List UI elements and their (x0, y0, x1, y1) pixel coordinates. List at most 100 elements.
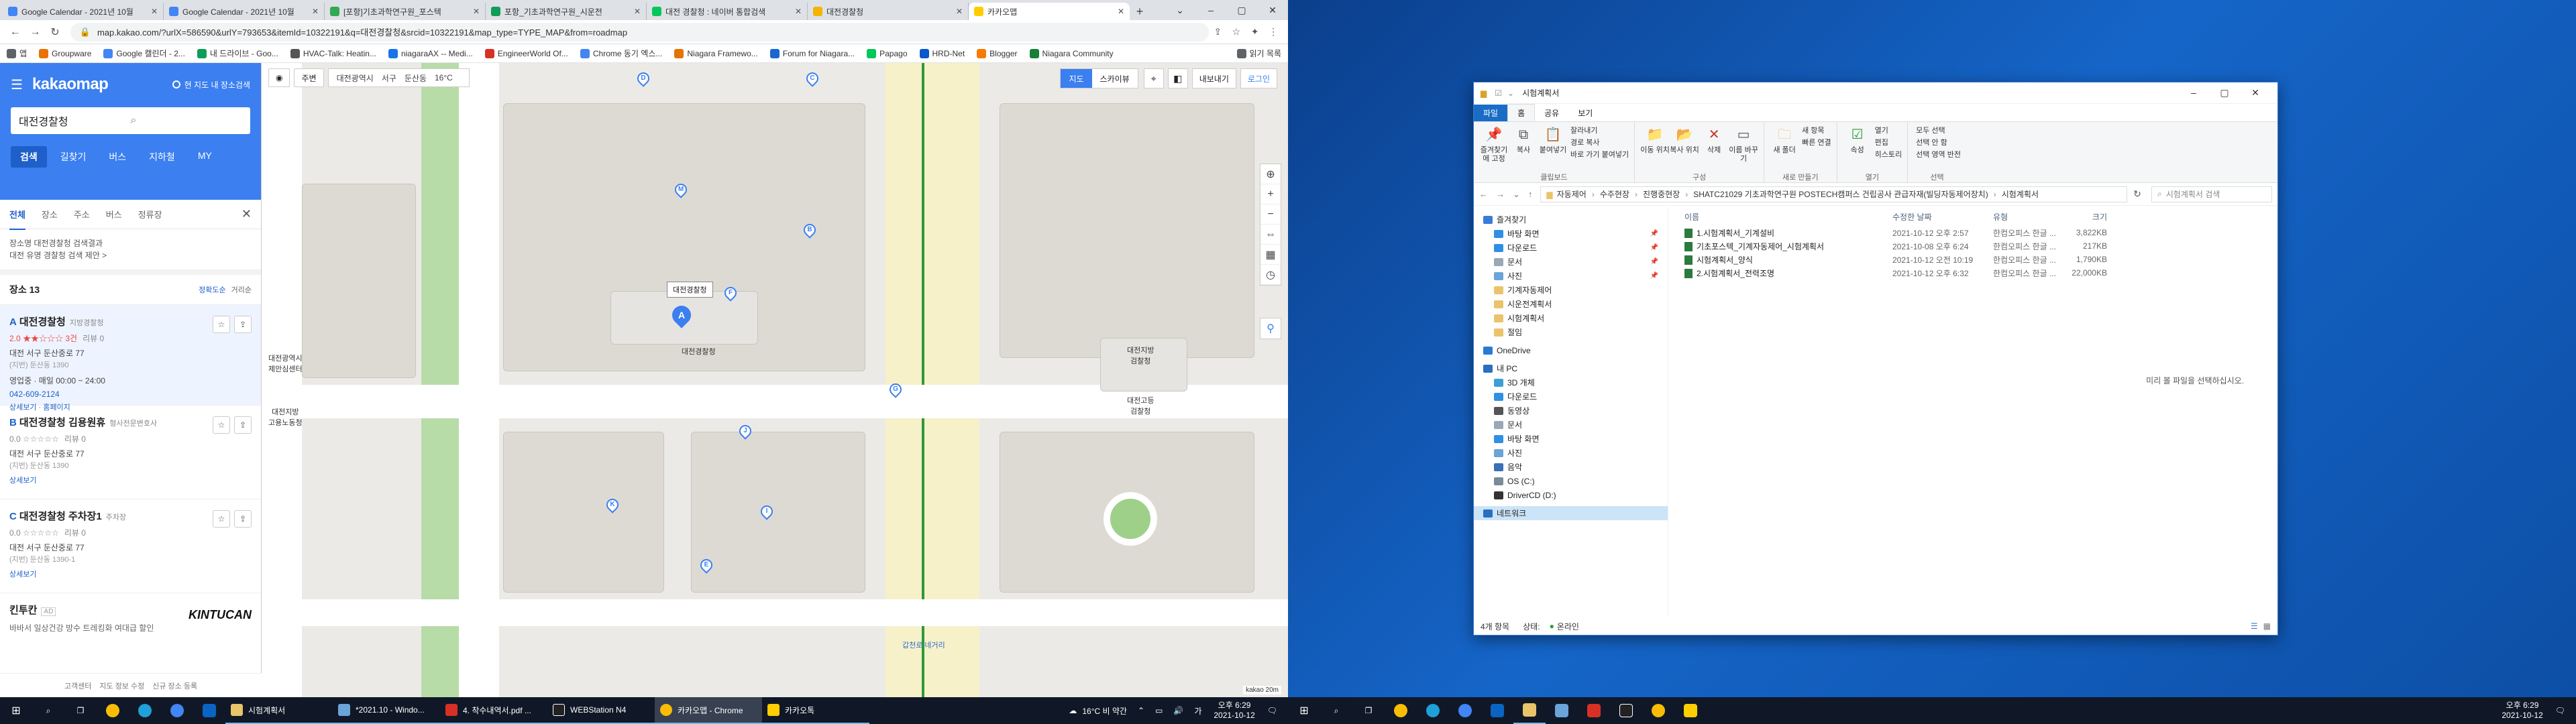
reading-list[interactable]: 읽기 목록 (1236, 48, 1281, 59)
url-input[interactable]: 🔒 map.kakao.com/?urlX=586590&urlY=793653… (70, 22, 1209, 42)
nav-item[interactable]: 음악 (1474, 460, 1668, 474)
nav-item[interactable]: 3D 개체 (1474, 375, 1668, 389)
nav-item[interactable]: 동영상 (1474, 404, 1668, 418)
minimize-button[interactable]: – (2178, 87, 2209, 99)
paste-button[interactable]: 📋 붙여넣기 (1538, 125, 1568, 172)
bookmark[interactable]: Niagara Community (1029, 48, 1114, 58)
tab-subway[interactable]: 지하철 (140, 146, 184, 168)
new-tab-button[interactable]: + (1130, 3, 1150, 20)
map-type-skyview[interactable]: 스카이뷰 (1091, 69, 1138, 88)
new-item-button[interactable]: 새 항목 (1802, 125, 1831, 137)
bookmark[interactable]: Blogger (977, 48, 1018, 58)
roadview-icon[interactable]: ⚲ (1260, 318, 1281, 339)
crumb-dong[interactable]: 둔산동 (405, 72, 427, 84)
tab-close-icon[interactable]: ✕ (795, 7, 802, 16)
copy-path-button[interactable]: 경로 복사 (1570, 137, 1629, 149)
tab-close-icon[interactable]: ✕ (151, 7, 158, 16)
delete-button[interactable]: ✕ 삭제 (1699, 125, 1729, 172)
weather-text[interactable]: 16°C 비 약간 (1082, 705, 1127, 717)
bookmark[interactable]: Chrome 동기 엑스... (580, 48, 662, 59)
extension-icon[interactable]: ✦ (1246, 26, 1265, 38)
subtab-stop[interactable]: 정류장 (138, 208, 162, 221)
footer-link[interactable]: 지도 정보 수정 (99, 680, 144, 691)
outlook-icon[interactable] (193, 697, 225, 724)
properties-button[interactable]: ☑ 속성 (1843, 125, 1872, 172)
subtab-bus[interactable]: 버스 (106, 208, 122, 221)
maximize-button[interactable]: ▢ (1226, 0, 1257, 20)
my-location-icon[interactable]: ⊕ (1260, 164, 1281, 184)
bookmark[interactable]: HVAC-Talk: Heatin... (290, 48, 376, 58)
bookmark[interactable]: HRD-Net (919, 48, 965, 58)
bookmark[interactable]: EngineerWorld Of... (484, 48, 568, 58)
tab-my[interactable]: MY (189, 146, 221, 168)
outlook-icon[interactable] (1481, 697, 1513, 724)
crumb-city[interactable]: 대전광역시 (337, 72, 374, 84)
place-links[interactable]: 상세보기 (9, 475, 252, 485)
back-icon[interactable]: ← (5, 26, 25, 38)
kakao-logo[interactable]: kakaomap (32, 75, 109, 94)
bookmark-icon[interactable]: ☆ (213, 316, 230, 333)
webstation-icon[interactable] (1610, 697, 1642, 724)
share-icon[interactable]: ⇪ (234, 316, 252, 333)
browser-tab[interactable]: 대전 경찰청 : 네이버 통합검색 ✕ (647, 3, 808, 20)
ribbon-tab-home[interactable]: 홈 (1507, 104, 1536, 121)
paste-shortcut-button[interactable]: 바로 가기 붙여넣기 (1570, 149, 1629, 161)
quick-access-icon[interactable]: ☑ (1495, 88, 1502, 98)
nav-item[interactable]: 문서 (1474, 418, 1668, 432)
browser-tab[interactable]: Google Calendar - 2021년 10월 ✕ (164, 3, 325, 20)
star-icon[interactable]: ☆ (1227, 26, 1246, 38)
refresh-icon[interactable]: ↻ (2127, 188, 2147, 200)
column-name[interactable]: 이름 (1684, 211, 1892, 223)
file-row[interactable]: 기초포스텍_기계자동제어_시험계획서 2021-10-08 오후 6:24 한컴오피… (1668, 239, 2277, 253)
move-to-button[interactable]: 📁 이동 위치 (1640, 125, 1670, 172)
suggestion-link[interactable]: 대전 유명 경찰청 검색 제안 > (9, 249, 252, 261)
bookmark[interactable]: Papago (867, 48, 908, 58)
pdf-icon[interactable] (1578, 697, 1610, 724)
taskbar-app[interactable]: WEBStation N4 (547, 697, 655, 724)
column-size[interactable]: 크기 (2060, 211, 2107, 223)
explorer-path[interactable]: ▆ 자동제어 › 수주현장 › 진행중현장 › SHATC21029 기초과학연구원 … (1540, 186, 2127, 202)
pin-quick-access-button[interactable]: 📌 즐겨찾기에 고정 (1479, 125, 1509, 172)
nav-item[interactable]: 내 PC (1474, 361, 1668, 375)
chrome-icon[interactable] (97, 697, 129, 724)
chrome-profile-icon[interactable] (1449, 697, 1481, 724)
column-type[interactable]: 유형 (1993, 211, 2060, 223)
file-row[interactable]: 1.시험계획서_기계설비 2021-10-12 오후 2:57 한컴오피스 한글 .… (1668, 226, 2277, 239)
select-all-button[interactable]: 모두 선택 (1916, 125, 1961, 137)
tab-close-icon[interactable]: ✕ (634, 7, 641, 16)
ime-icon[interactable]: 가 (1194, 705, 1201, 717)
nav-item[interactable]: 절임 (1474, 325, 1668, 339)
reload-icon[interactable]: ↻ (45, 25, 65, 39)
share-icon[interactable]: ⇪ (234, 416, 252, 434)
forward-icon[interactable]: → (1496, 189, 1505, 200)
clock[interactable]: 오후 6:29 2021-10-12 (1214, 701, 1254, 721)
reviews-link[interactable]: 리뷰 0 (64, 528, 86, 538)
map-canvas[interactable]: 대전경찰청 대전지방 검찰청 대전고등 검찰청 대전광역시 제안심센터 대전지방… (262, 63, 1288, 697)
crumb-district[interactable]: 서구 (382, 72, 396, 84)
local-search-option[interactable]: 현 지도 내 장소검색 (172, 79, 250, 90)
explorer-search-input[interactable]: ⌕ 시험계획서 검색 (2151, 186, 2272, 202)
place-name[interactable]: 대전경찰청 (19, 316, 66, 328)
tab-close-icon[interactable]: ✕ (473, 7, 480, 16)
nav-item[interactable]: 시험계획서 (1474, 311, 1668, 325)
file-row[interactable]: 2.시험계획서_전력조명 2021-10-12 오후 6:32 한컴오피스 한글 .… (1668, 266, 2277, 280)
export-button[interactable]: 내보내기 (1191, 68, 1236, 88)
minimize-button[interactable]: – (1195, 0, 1226, 20)
grid-icon[interactable]: ▦ (1260, 245, 1281, 265)
notification-icon[interactable]: 🗨 (1267, 706, 1277, 715)
volume-icon[interactable]: 🔊 (1173, 706, 1183, 715)
subtab-all[interactable]: 전체 (9, 208, 25, 230)
taskbar-app[interactable]: 카카오톡 (762, 697, 869, 724)
browser-tab[interactable]: 포항_기초과학연구원_시운전 ✕ (486, 3, 647, 20)
nav-item[interactable]: 시운전계획서 (1474, 297, 1668, 311)
bookmark[interactable]: Forum for Niagara... (769, 48, 855, 58)
reviews-link[interactable]: 리뷰 0 (83, 334, 104, 343)
invert-selection-button[interactable]: 선택 영역 반전 (1916, 149, 1961, 161)
tray-chevron-icon[interactable]: ⌃ (1138, 706, 1144, 715)
layers-icon[interactable]: ◧ (1167, 68, 1188, 88)
nav-item[interactable]: 기계자동제어 (1474, 283, 1668, 297)
path-segment[interactable]: 자동제어 (1557, 188, 1587, 200)
nav-item[interactable]: 사진 📌 (1474, 269, 1668, 283)
hamburger-menu-icon[interactable]: ☰ (11, 76, 23, 93)
task-view-icon[interactable]: ❐ (64, 697, 97, 724)
